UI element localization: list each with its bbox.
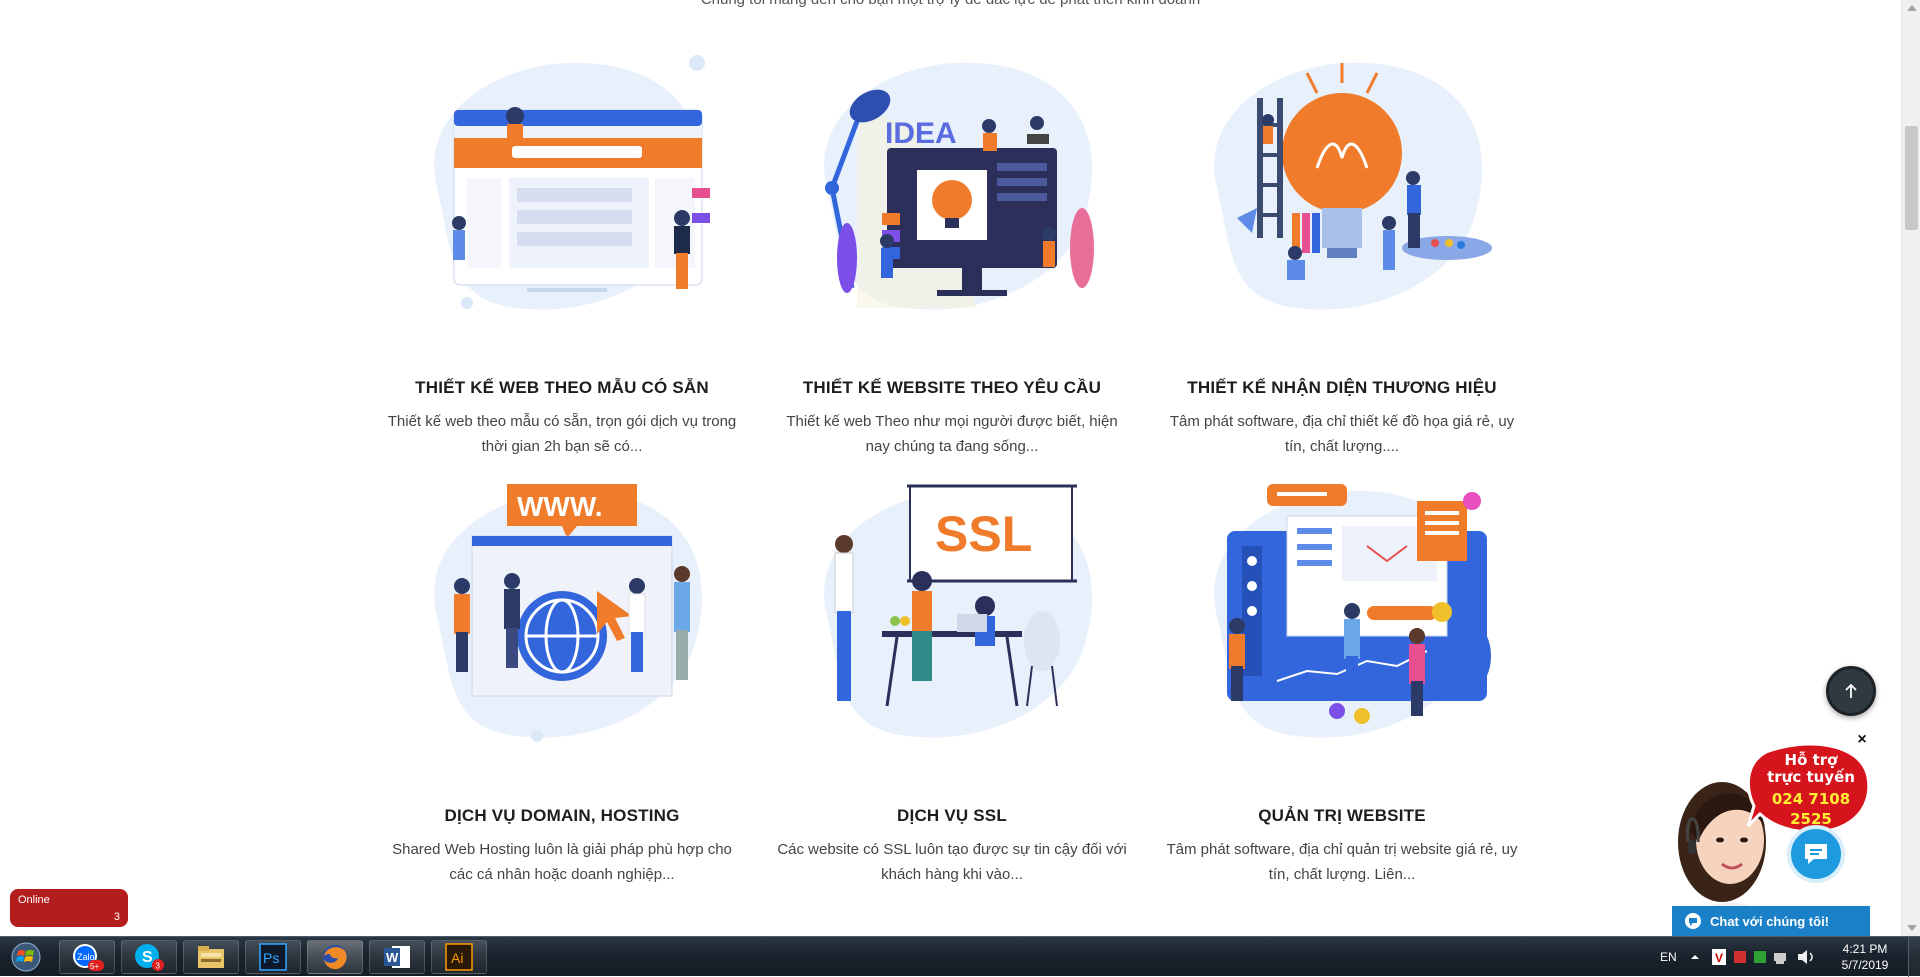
service-title[interactable]: THIẾT KẾ WEB THEO MẪU CÓ SẴN (372, 378, 752, 398)
service-card[interactable]: THIẾT KẾ WEB THEO MẪU CÓ SẴN Thiết kế we… (372, 38, 752, 459)
taskbar-app-firefox[interactable] (307, 940, 363, 974)
online-count: 3 (113, 911, 120, 923)
service-description: Tâm phát software, địa chỉ thiết kế đồ h… (1169, 413, 1515, 455)
service-description: Shared Web Hosting luôn là giải pháp phù… (392, 841, 732, 883)
taskbar-app-photoshop[interactable]: Ps (245, 940, 301, 974)
chat-with-us-bar[interactable]: Chat với chúng tôi! (1672, 906, 1870, 936)
support-line1: Hỗ trợ (1784, 751, 1838, 769)
clock-date: 5/7/2019 (1841, 958, 1889, 972)
skype-icon: S 3 (135, 944, 164, 971)
svg-text:Ai: Ai (451, 950, 463, 966)
svg-text:V: V (1715, 951, 1723, 965)
chat-bubble-icon (1805, 844, 1827, 864)
show-hidden-icons-button[interactable] (1690, 937, 1700, 977)
show-desktop-button[interactable] (1908, 937, 1920, 977)
online-label: Online (18, 894, 50, 906)
online-counter-badge[interactable]: Online 3 (10, 889, 128, 927)
hotline-phone[interactable]: 024 7108 2525 (1752, 789, 1870, 829)
website-admin-illustration (1177, 466, 1507, 766)
service-card[interactable]: QUẢN TRỊ WEBSITE Tâm phát software, địa … (1152, 466, 1532, 887)
service-title[interactable]: THIẾT KẾ WEBSITE THEO YÊU CẦU (762, 378, 1142, 398)
start-button[interactable] (4, 938, 48, 976)
scrollbar-thumb[interactable] (1905, 126, 1918, 230)
support-line2: trực tuyến (1767, 768, 1855, 786)
system-tray-icons: V (1712, 949, 1813, 965)
service-title[interactable]: QUẢN TRỊ WEBSITE (1152, 806, 1532, 826)
arrow-up-icon (1845, 683, 1857, 698)
service-title[interactable]: THIẾT KẾ NHẬN DIỆN THƯƠNG HIỆU (1152, 378, 1532, 398)
service-description: Tâm phát software, địa chỉ quản trị webs… (1166, 841, 1518, 883)
svg-text:Ps: Ps (263, 950, 279, 966)
hotline-text[interactable]: Hỗ trợ trực tuyến 024 7108 2525 (1752, 752, 1870, 829)
custom-website-illustration: IDEA (787, 38, 1117, 338)
language-indicator[interactable]: EN (1660, 937, 1677, 977)
web-template-illustration (397, 38, 727, 338)
chevron-up-icon (1691, 955, 1699, 959)
system-clock[interactable]: 4:21 PM 5/7/2019 (1830, 941, 1900, 973)
taskbar-app-skype[interactable]: S 3 (121, 940, 177, 974)
taskbar-app-illustrator[interactable]: Ai (431, 940, 487, 974)
ssl-text: SSL (935, 506, 1032, 562)
windows-taskbar: Zalo 5+ S 3 Ps W Ai EN V 4:21 PM 5/7/201… (0, 936, 1920, 977)
chat-label: Chat với chúng tôi! (1710, 913, 1830, 929)
close-icon[interactable]: × (1854, 732, 1870, 748)
folder-icon (198, 946, 224, 968)
svg-text:3: 3 (156, 962, 161, 971)
svg-text:W: W (386, 950, 399, 965)
section-subtitle: Chúng tôi mang đến cho bạn một trợ lý để… (0, 0, 1901, 8)
photoshop-icon: Ps (259, 943, 287, 971)
chat-launcher-button[interactable] (1787, 825, 1845, 883)
service-description: Thiết kế web theo mẫu có sẵn, trọn gói d… (387, 413, 737, 455)
service-card[interactable]: SSL DỊCH VỤ SSL Các website có SSL luôn … (762, 466, 1142, 887)
service-title[interactable]: DỊCH VỤ DOMAIN, HOSTING (372, 806, 752, 826)
service-description: Thiết kế web Theo như mọi người được biế… (786, 413, 1118, 455)
scroll-up-arrow-icon[interactable] (1907, 5, 1917, 11)
clock-time: 4:21 PM (1842, 942, 1888, 956)
www-text: WWW. (517, 491, 603, 522)
tray-icons[interactable]: V (1712, 937, 1822, 977)
taskbar-app-zalo[interactable]: Zalo 5+ (59, 940, 115, 974)
illustrator-icon: Ai (445, 943, 473, 971)
service-title[interactable]: DỊCH VỤ SSL (762, 806, 1142, 826)
firefox-icon (323, 945, 347, 970)
brand-identity-illustration (1177, 38, 1507, 338)
word-icon: W (384, 946, 410, 968)
service-card[interactable]: THIẾT KẾ NHẬN DIỆN THƯƠNG HIỆU Tâm phát … (1152, 38, 1532, 459)
idea-text: IDEA (885, 117, 957, 150)
zalo-icon: Zalo 5+ (73, 944, 104, 971)
service-description: Các website có SSL luôn tạo được sự tin … (777, 841, 1127, 883)
ssl-illustration: SSL (787, 466, 1117, 766)
back-to-top-button[interactable] (1826, 666, 1876, 716)
web-page-viewport: Chúng tôi mang đến cho bạn một trợ lý để… (0, 0, 1901, 936)
service-card[interactable]: IDEA THIẾT KẾ WEBSITE THEO YÊU CẦU Thiết… (762, 38, 1142, 459)
svg-text:5+: 5+ (90, 962, 99, 971)
taskbar-app-explorer[interactable] (183, 940, 239, 974)
taskbar-app-word[interactable]: W (369, 940, 425, 974)
chat-plus-icon (1685, 913, 1701, 929)
windows-logo-icon (11, 942, 41, 972)
domain-hosting-illustration: WWW. (397, 466, 727, 766)
svg-text:S: S (142, 949, 153, 966)
service-card[interactable]: WWW. DỊCH VỤ DOMAIN, HOSTING Shared Web … (372, 466, 752, 887)
